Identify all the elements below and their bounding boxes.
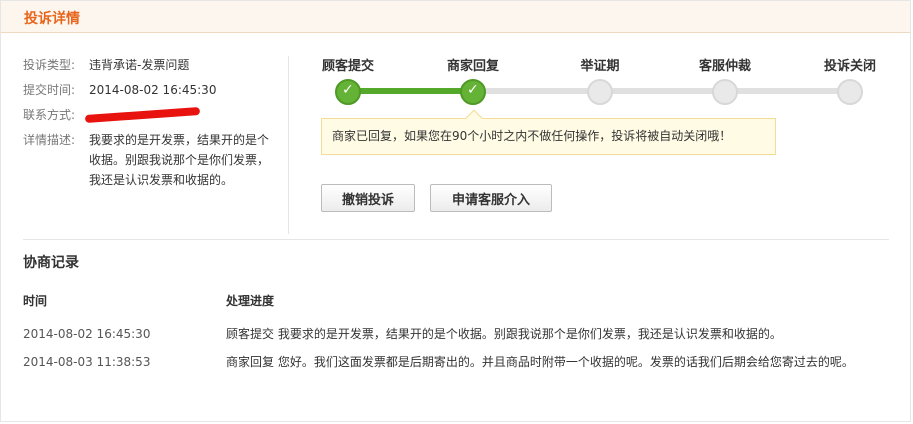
time-label: 提交时间: xyxy=(23,83,76,97)
step-node-evidence xyxy=(587,79,613,105)
desc-value: 我要求的是开发票，结果开的是个收据。别跟我说那个是你们发票，我还是认识发票和收据… xyxy=(89,133,270,187)
time-value: 2014-08-02 16:45:30 xyxy=(89,83,217,97)
record-time: 2014-08-02 16:45:30 xyxy=(23,327,151,341)
desc-label: 详情描述: xyxy=(23,133,76,147)
record-text: 顾客提交 我要求的是开发票，结果开的是个收据。别跟我说那个是你们发票，我还是认识… xyxy=(226,327,782,341)
info-row-type: 投诉类型: 违背承诺-发票问题 xyxy=(23,55,273,75)
cancel-complaint-button[interactable]: 撤销投诉 xyxy=(321,184,415,212)
step-label-evidence: 举证期 xyxy=(580,59,620,74)
step-label-arbitration: 客服仲裁 xyxy=(698,59,751,74)
type-value: 违背承诺-发票问题 xyxy=(89,58,190,72)
record-text: 商家回复 您好。我们这面发票都是后期寄出的。并且商品时附带一个收据的呢。发票的话… xyxy=(226,355,854,369)
vertical-divider xyxy=(288,56,289,234)
record-time: 2014-08-03 11:38:53 xyxy=(23,355,151,369)
step-label-reply: 商家回复 xyxy=(446,59,499,74)
page-title: 投诉详情 xyxy=(24,11,80,27)
status-notice: 商家已回复，如果您在90个小时之内不做任何操作，投诉将被自动关闭哦！ xyxy=(321,109,776,155)
progress-fill xyxy=(348,88,473,94)
notice-text: 商家已回复，如果您在90个小时之内不做任何操作，投诉将被自动关闭哦！ xyxy=(332,129,732,143)
contact-label: 联系方式: xyxy=(23,108,76,122)
step-label-closed: 投诉关闭 xyxy=(823,59,876,74)
redacted-contact-mark xyxy=(84,106,201,124)
panel-header: 投诉详情 xyxy=(1,1,910,33)
step-node-arbitration xyxy=(712,79,738,105)
column-header-progress: 处理进度 xyxy=(226,294,275,308)
type-label: 投诉类型: xyxy=(23,58,76,72)
check-icon: ✓ xyxy=(342,82,354,98)
section-divider xyxy=(23,239,889,240)
info-row-desc: 详情描述: 我要求的是开发票，结果开的是个收据。别跟我说那个是你们发票，我还是认… xyxy=(23,130,273,190)
request-service-button[interactable]: 申请客服介入 xyxy=(430,184,552,212)
step-label-submit: 顾客提交 xyxy=(321,59,374,74)
step-node-closed xyxy=(837,79,863,105)
info-row-contact: 联系方式: xyxy=(23,105,273,125)
progress-steps: 顾客提交 商家回复 举证期 客服仲裁 投诉关闭 ✓ ✓ xyxy=(301,55,901,115)
records-title: 协商记录 xyxy=(23,255,79,271)
check-icon: ✓ xyxy=(467,82,479,98)
complaint-detail-panel: 投诉详情 投诉类型: 违背承诺-发票问题 提交时间: 2014-08-02 16… xyxy=(0,0,911,422)
step-node-reply: ✓ xyxy=(460,79,486,105)
column-header-time: 时间 xyxy=(23,294,48,308)
complaint-info: 投诉类型: 违背承诺-发票问题 提交时间: 2014-08-02 16:45:3… xyxy=(23,55,273,195)
step-node-submit: ✓ xyxy=(335,79,361,105)
info-row-time: 提交时间: 2014-08-02 16:45:30 xyxy=(23,80,273,100)
